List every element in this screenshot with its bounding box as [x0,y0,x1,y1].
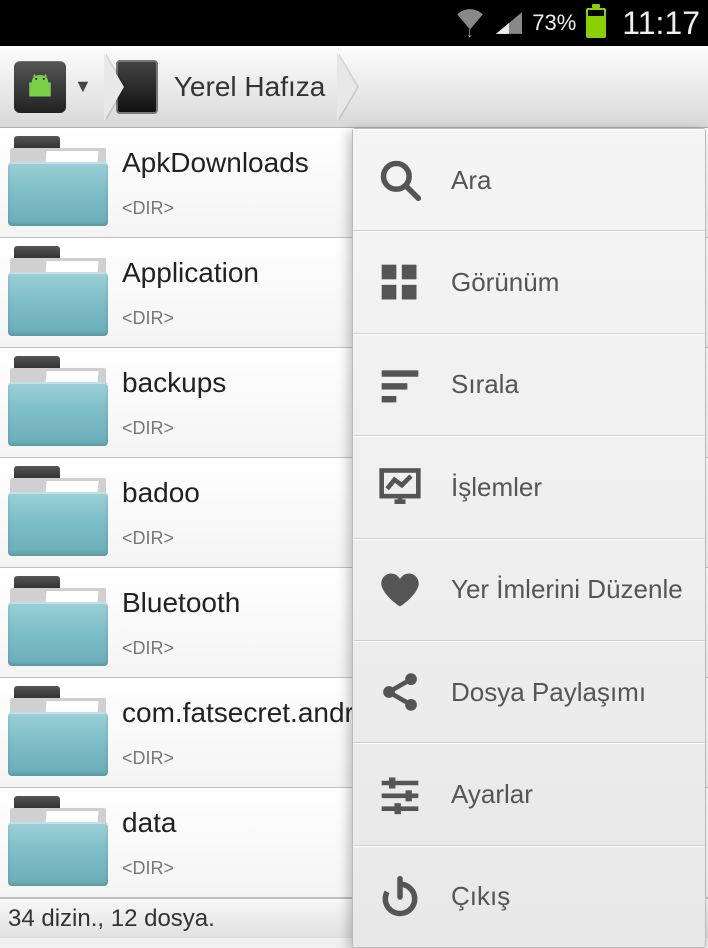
menu-item-label: Ayarlar [451,779,533,810]
android-icon [14,61,66,113]
folder-icon [6,686,110,780]
search-icon [375,155,425,205]
menu-item-label: Ara [451,165,491,196]
menu-item-label: Dosya Paylaşımı [451,677,646,708]
menu-item[interactable]: Sırala [353,334,705,436]
breadcrumb-location-label: Yerel Hafıza [174,71,326,103]
breadcrumb: ▼ Yerel Hafıza [0,46,708,128]
menu-item[interactable]: Ayarlar [353,743,705,845]
chart-icon [375,462,425,512]
menu-item-label: İşlemler [451,472,542,503]
folder-icon [6,136,110,230]
sort-icon [375,360,425,410]
folder-icon [6,246,110,340]
context-menu: Ara Görünüm Sırala İşlemler Yer İmlerini… [352,128,706,948]
sliders-icon [375,769,425,819]
signal-icon [496,12,522,34]
folder-icon [6,796,110,890]
menu-item-label: Sırala [451,369,519,400]
wifi-icon: ↓ [456,8,486,38]
grid-icon [375,258,425,308]
menu-item[interactable]: Ara [353,129,705,231]
menu-item-label: Görünüm [451,267,559,298]
download-indicator-icon: ↓ [466,24,473,40]
folder-icon [6,356,110,450]
clock: 11:17 [622,5,700,42]
menu-item[interactable]: Dosya Paylaşımı [353,641,705,743]
menu-item[interactable]: Yer İmlerini Düzenle [353,539,705,641]
menu-item-label: Yer İmlerini Düzenle [451,574,683,605]
battery-percentage: 73% [532,10,576,36]
menu-item-label: Çıkış [451,881,510,912]
menu-item[interactable]: İşlemler [353,436,705,538]
menu-item[interactable]: Çıkış [353,846,705,947]
folder-icon [6,576,110,670]
folder-icon [6,466,110,560]
power-icon [375,872,425,922]
status-bar: ↓ 73% 11:17 [0,0,708,46]
battery-icon [586,8,606,38]
menu-item[interactable]: Görünüm [353,231,705,333]
heart-icon [375,565,425,615]
breadcrumb-location[interactable]: Yerel Hafıza [90,53,342,121]
share-icon [375,667,425,717]
